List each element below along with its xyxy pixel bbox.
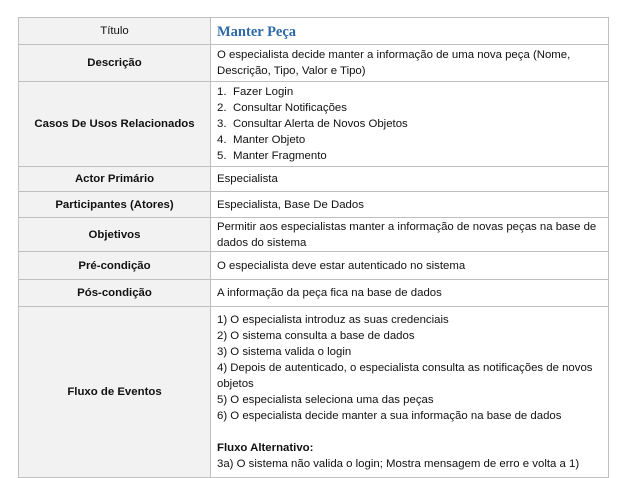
list-item-number: 5. [217,150,227,162]
row-event-flow: Fluxo de Eventos 1) O especialista intro… [18,306,609,478]
primary-actor-label: Actor Primário [18,166,211,192]
list-item-text: Consultar Alerta de Novos Objetos [233,118,408,130]
precondition-value: O especialista deve estar autenticado no… [210,251,609,280]
list-item: 4. Manter Objeto [217,132,602,148]
primary-actor-value: Especialista [210,166,609,192]
row-related-use-cases: Casos De Usos Relacionados 1. Fazer Login… [18,81,609,167]
flow-spacer [217,424,602,440]
list-item: 2. Consultar Notificações [217,100,602,116]
postcondition-value: A informação da peça fica na base de dad… [210,279,609,307]
related-use-cases-value: 1. Fazer Login 2. Consultar Notificações 3… [210,81,609,167]
participants-label: Participantes (Atores) [18,191,211,218]
row-postcondition: Pós-condição A informação da peça fica n… [18,279,609,307]
precondition-label: Pré-condição [18,251,211,280]
alternative-flow-step: 3a) O sistema não valida o login; Mostra… [217,458,580,470]
row-objectives: Objetivos Permitir aos especialistas man… [18,217,609,252]
flow-step: 2) O sistema consulta a base de dados [217,330,415,342]
flow-step: 6) O especialista decide manter a sua in… [217,410,562,422]
list-item: 3. Consultar Alerta de Novos Objetos [217,116,602,132]
list-item: 1. Fazer Login [217,84,602,100]
alternative-flow-title: Fluxo Alternativo: [217,442,314,454]
participants-value: Especialista, Base De Dados [210,191,609,218]
list-item-number: 2. [217,102,227,114]
row-title: Título Manter Peça [18,17,609,45]
related-use-cases-label: Casos De Usos Relacionados [18,81,211,167]
row-description: Descrição O especialista decide manter a… [18,44,609,82]
list-item-text: Manter Objeto [233,134,306,146]
objectives-value: Permitir aos especialistas manter a info… [210,217,609,252]
row-precondition: Pré-condição O especialista deve estar a… [18,251,609,280]
title-label: Título [18,17,211,45]
row-participants: Participantes (Atores) Especialista, Bas… [18,191,609,218]
flow-step: 4) Depois de autenticado, o especialista… [217,362,593,390]
event-flow-value: 1) O especialista introduz as suas crede… [210,306,609,478]
list-item-text: Manter Fragmento [233,150,327,162]
description-value: O especialista decide manter a informaçã… [210,44,609,82]
list-item-number: 1. [217,86,227,98]
list-item-text: Fazer Login [233,86,294,98]
flow-step: 3) O sistema valida o login [217,346,352,358]
description-label: Descrição [18,44,211,82]
list-item: 5. Manter Fragmento [217,148,602,164]
list-item-text: Consultar Notificações [233,102,347,114]
flow-step: 5) O especialista seleciona uma das peça… [217,394,434,406]
objectives-label: Objetivos [18,217,211,252]
list-item-number: 4. [217,134,227,146]
flow-step: 1) O especialista introduz as suas crede… [217,314,449,326]
list-item-number: 3. [217,118,227,130]
postcondition-label: Pós-condição [18,279,211,307]
use-case-table: Título Manter Peça Descrição O especiali… [18,17,609,478]
related-use-cases-list: 1. Fazer Login 2. Consultar Notificações 3… [217,84,602,164]
use-case-title: Manter Peça [210,17,609,45]
row-primary-actor: Actor Primário Especialista [18,166,609,192]
event-flow-label: Fluxo de Eventos [18,306,211,478]
